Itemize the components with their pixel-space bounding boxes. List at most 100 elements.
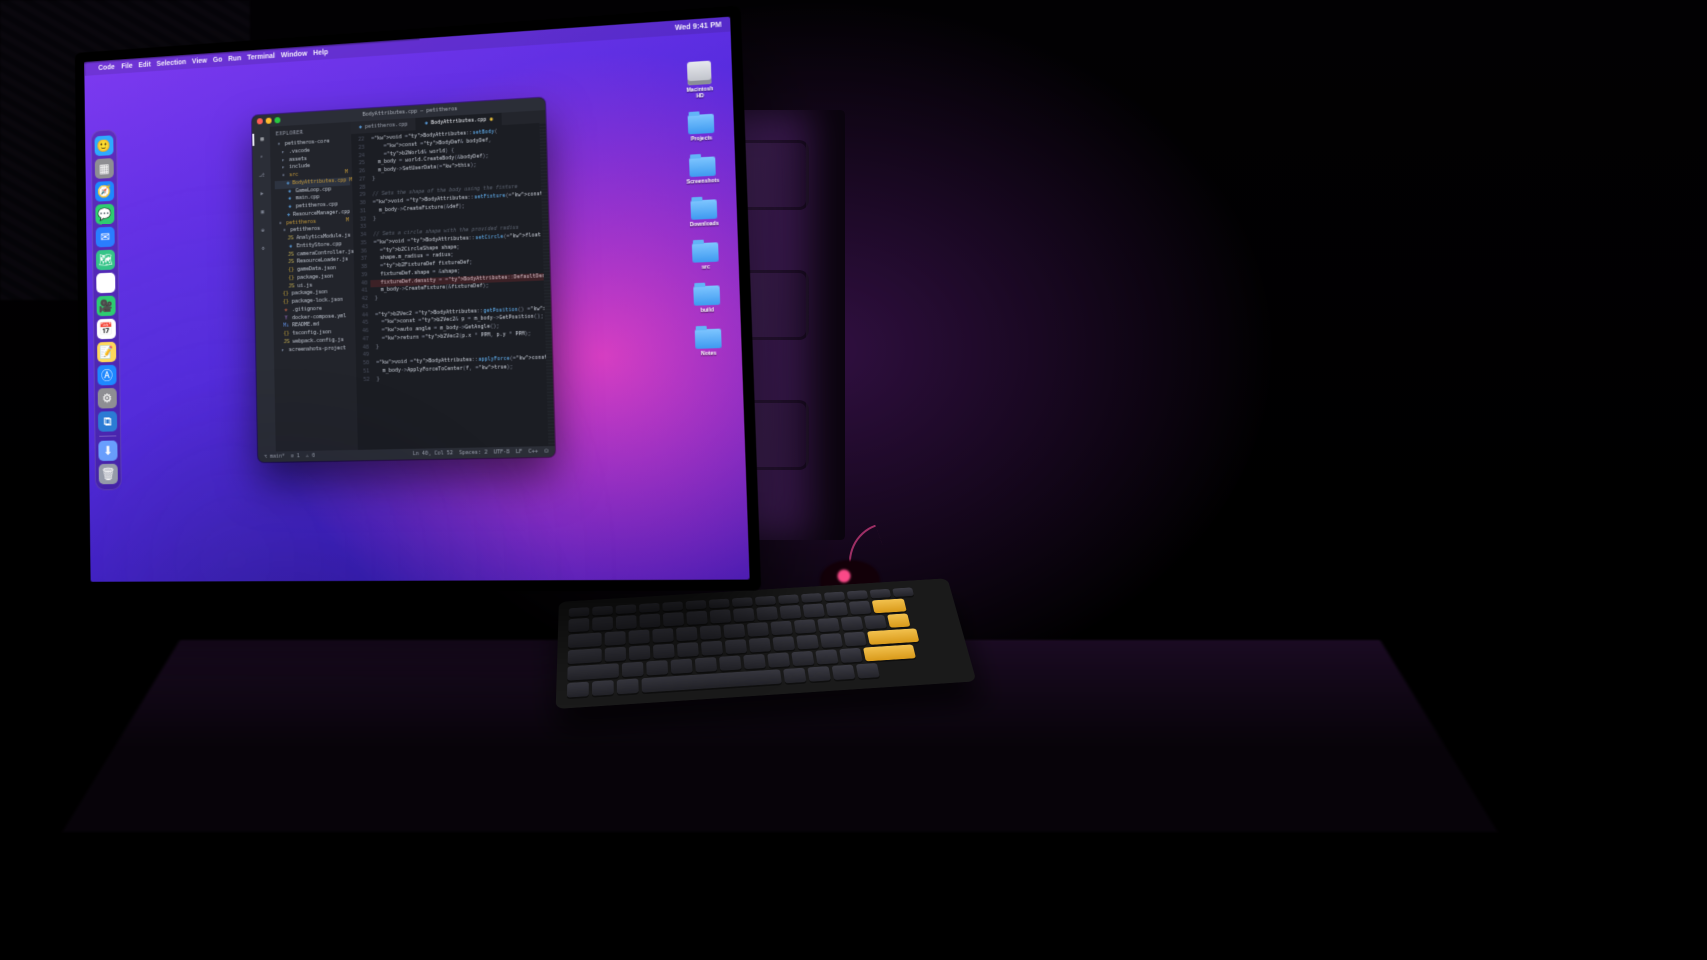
vscode-editor[interactable]: 22 23 24 25 26 27 28 29 30 31 32 33 34 3… xyxy=(351,123,555,450)
macos-desktop[interactable]: Code File Edit Selection View Go Run Terminal W… xyxy=(84,17,749,582)
desktop-icon-label: build xyxy=(701,307,714,314)
desktop-icon-label: Screenshots xyxy=(686,178,719,186)
md-icon: M↓ xyxy=(283,323,289,331)
menubar-app-name[interactable]: Code xyxy=(98,63,114,71)
desktop-icon[interactable]: src xyxy=(691,242,720,271)
dock-item-maps[interactable]: 🗺 xyxy=(96,250,115,271)
activity-settings-icon[interactable]: ⚙ xyxy=(257,242,269,255)
dock-item-trash[interactable]: 🗑 xyxy=(99,464,118,485)
activity-account-icon[interactable]: ◒ xyxy=(257,224,269,237)
dock-item-photos[interactable]: ❀ xyxy=(96,273,115,294)
menubar-item[interactable]: Selection xyxy=(156,58,186,67)
desktop-icon[interactable]: Downloads xyxy=(689,199,718,228)
cpp-file-icon: ◆ xyxy=(425,120,428,126)
modified-badge-icon: M xyxy=(345,169,348,177)
tree-row-label: package.json xyxy=(297,273,333,282)
close-traffic-light-icon[interactable] xyxy=(257,118,263,124)
activity-files-icon[interactable]: ▤ xyxy=(252,133,270,146)
dock-item-facetime[interactable]: 🎥 xyxy=(97,296,116,317)
macos-dock[interactable]: 🙂▦🧭💬✉︎🗺❀🎥📅📝Ⓐ⚙︎⧉ ⬇︎ 🗑 xyxy=(91,129,122,490)
folder-icon xyxy=(688,114,715,135)
dock-item-messages[interactable]: 💬 xyxy=(95,204,114,225)
menubar-item[interactable]: Edit xyxy=(138,61,151,69)
tree-row[interactable]: Y docker-compose.yml xyxy=(277,312,353,323)
desktop-icons-column: Macintosh HD Projects Screenshots Downlo… xyxy=(677,60,731,358)
menubar-item[interactable]: Help xyxy=(313,49,328,57)
tree-row-label: .gitignore xyxy=(292,306,322,315)
minimize-traffic-light-icon[interactable] xyxy=(266,118,272,124)
dock-separator xyxy=(99,435,116,436)
desktop-icon[interactable]: Notes xyxy=(694,329,724,358)
menubar-status-area[interactable]: Wed 9:41 PM xyxy=(675,21,722,32)
activity-debug-icon[interactable]: ▶ xyxy=(256,188,268,201)
zoom-traffic-light-icon[interactable] xyxy=(274,117,280,123)
desktop-icon[interactable]: build xyxy=(692,285,721,314)
modified-badge-icon: M xyxy=(346,217,349,225)
desktop-icon[interactable]: Macintosh HD xyxy=(685,60,715,100)
activity-search-icon[interactable]: ⌕ xyxy=(256,151,268,164)
dock-item-notes[interactable]: 📝 xyxy=(97,342,116,363)
dock-item-launchpad[interactable]: ▦ xyxy=(95,158,114,179)
dock-item-settings[interactable]: ⚙︎ xyxy=(98,388,117,409)
tree-row[interactable]: ▸ screenshots-project xyxy=(278,344,354,354)
status-item[interactable]: ⚠ 0 xyxy=(306,453,315,459)
js-icon: JS xyxy=(288,283,294,291)
monitor: Code File Edit Selection View Go Run Terminal W… xyxy=(78,50,738,590)
menubar-item[interactable]: Go xyxy=(213,56,223,64)
menubar-item[interactable]: View xyxy=(192,57,207,65)
menubar-item[interactable]: Terminal xyxy=(247,52,275,61)
menubar-items[interactable]: File Edit Selection View Go Run Terminal Window… xyxy=(121,48,334,70)
status-item[interactable]: Ln 40, Col 52 xyxy=(413,450,453,457)
dock-item-finder[interactable]: 🙂 xyxy=(95,135,114,156)
activity-git-icon[interactable]: ⎇ xyxy=(256,169,268,182)
cpp-icon: ◆ xyxy=(287,204,293,212)
desktop-icon-label: src xyxy=(702,264,710,271)
desktop-icon-label: Downloads xyxy=(690,221,719,229)
dock-item-downloads[interactable]: ⬇︎ xyxy=(98,440,117,461)
error-line-highlight xyxy=(370,273,543,287)
vscode-window[interactable]: BodyAttributes.cpp — petitheros ▤⌕⎇▶▦◒⚙ … xyxy=(252,98,555,463)
folder-icon: ▸ xyxy=(280,347,286,355)
yml-icon: Y xyxy=(283,315,289,323)
menubar-item[interactable]: File xyxy=(121,62,132,70)
desktop-icon[interactable]: Projects xyxy=(687,114,716,143)
activity-extensions-icon[interactable]: ▦ xyxy=(257,206,269,219)
tree-row[interactable]: M↓ README.md xyxy=(277,320,353,331)
vscode-file-tree[interactable]: ▾ petitheros-core ▸ .vscode ▸ assets ▸ i… xyxy=(274,137,354,355)
dock-item-calendar[interactable]: 📅 xyxy=(97,319,116,340)
menubar-status-item[interactable]: Wed 9:41 PM xyxy=(675,21,722,32)
tree-row-label: screenshots-project xyxy=(289,345,346,355)
dock-item-safari[interactable]: 🧭 xyxy=(95,181,114,202)
status-item[interactable]: ⏻ xyxy=(544,448,548,454)
status-item[interactable]: C++ xyxy=(528,448,538,455)
dock-item-appstore[interactable]: Ⓐ xyxy=(97,365,116,386)
vscode-status-bar[interactable]: ⌥ main* ⊘ 1 ⚠ 0 Ln 40, Col 52 Spaces: 2 UTF-… xyxy=(258,446,555,462)
cpp-icon: ◆ xyxy=(286,180,289,188)
desktop-icon-label: Macintosh HD xyxy=(686,86,715,100)
status-item[interactable]: Spaces: 2 xyxy=(459,449,487,456)
drive-icon xyxy=(687,61,712,86)
cpp-icon: ◆ xyxy=(287,212,290,220)
tree-row-label: README.md xyxy=(292,322,319,331)
status-item[interactable]: ⌥ main* xyxy=(264,453,285,460)
vscode-sidebar[interactable]: EXPLORER ▾ petitheros-core ▸ .vscode ▸ a… xyxy=(270,122,358,452)
folder-icon xyxy=(695,329,722,349)
tree-row[interactable]: JS webpack.config.js xyxy=(278,336,354,347)
status-item[interactable]: ⊘ 1 xyxy=(291,453,300,459)
json-icon: {} xyxy=(283,331,289,339)
dock-item-mail[interactable]: ✉︎ xyxy=(96,227,115,248)
dock-item-vscode[interactable]: ⧉ xyxy=(98,411,117,432)
status-item[interactable]: LF xyxy=(516,449,523,456)
git-icon: ◈ xyxy=(283,307,289,315)
status-item[interactable]: UTF-8 xyxy=(494,449,510,456)
menubar-item[interactable]: Run xyxy=(228,55,241,63)
desktop-icon[interactable]: Screenshots xyxy=(688,156,717,185)
code-area[interactable]: ="kw">void ="ty">BodyAttributes::setBody… xyxy=(367,123,548,450)
tree-row-label: webpack.config.js xyxy=(292,337,343,347)
desk-scene: Code File Edit Selection View Go Run Terminal W… xyxy=(0,0,1707,960)
tree-row[interactable]: {} tsconfig.json xyxy=(277,328,353,339)
folder-icon xyxy=(689,156,716,177)
dirty-dot-icon: ● xyxy=(490,116,493,122)
json-icon: {} xyxy=(283,299,289,307)
menubar-item[interactable]: Window xyxy=(281,50,307,59)
